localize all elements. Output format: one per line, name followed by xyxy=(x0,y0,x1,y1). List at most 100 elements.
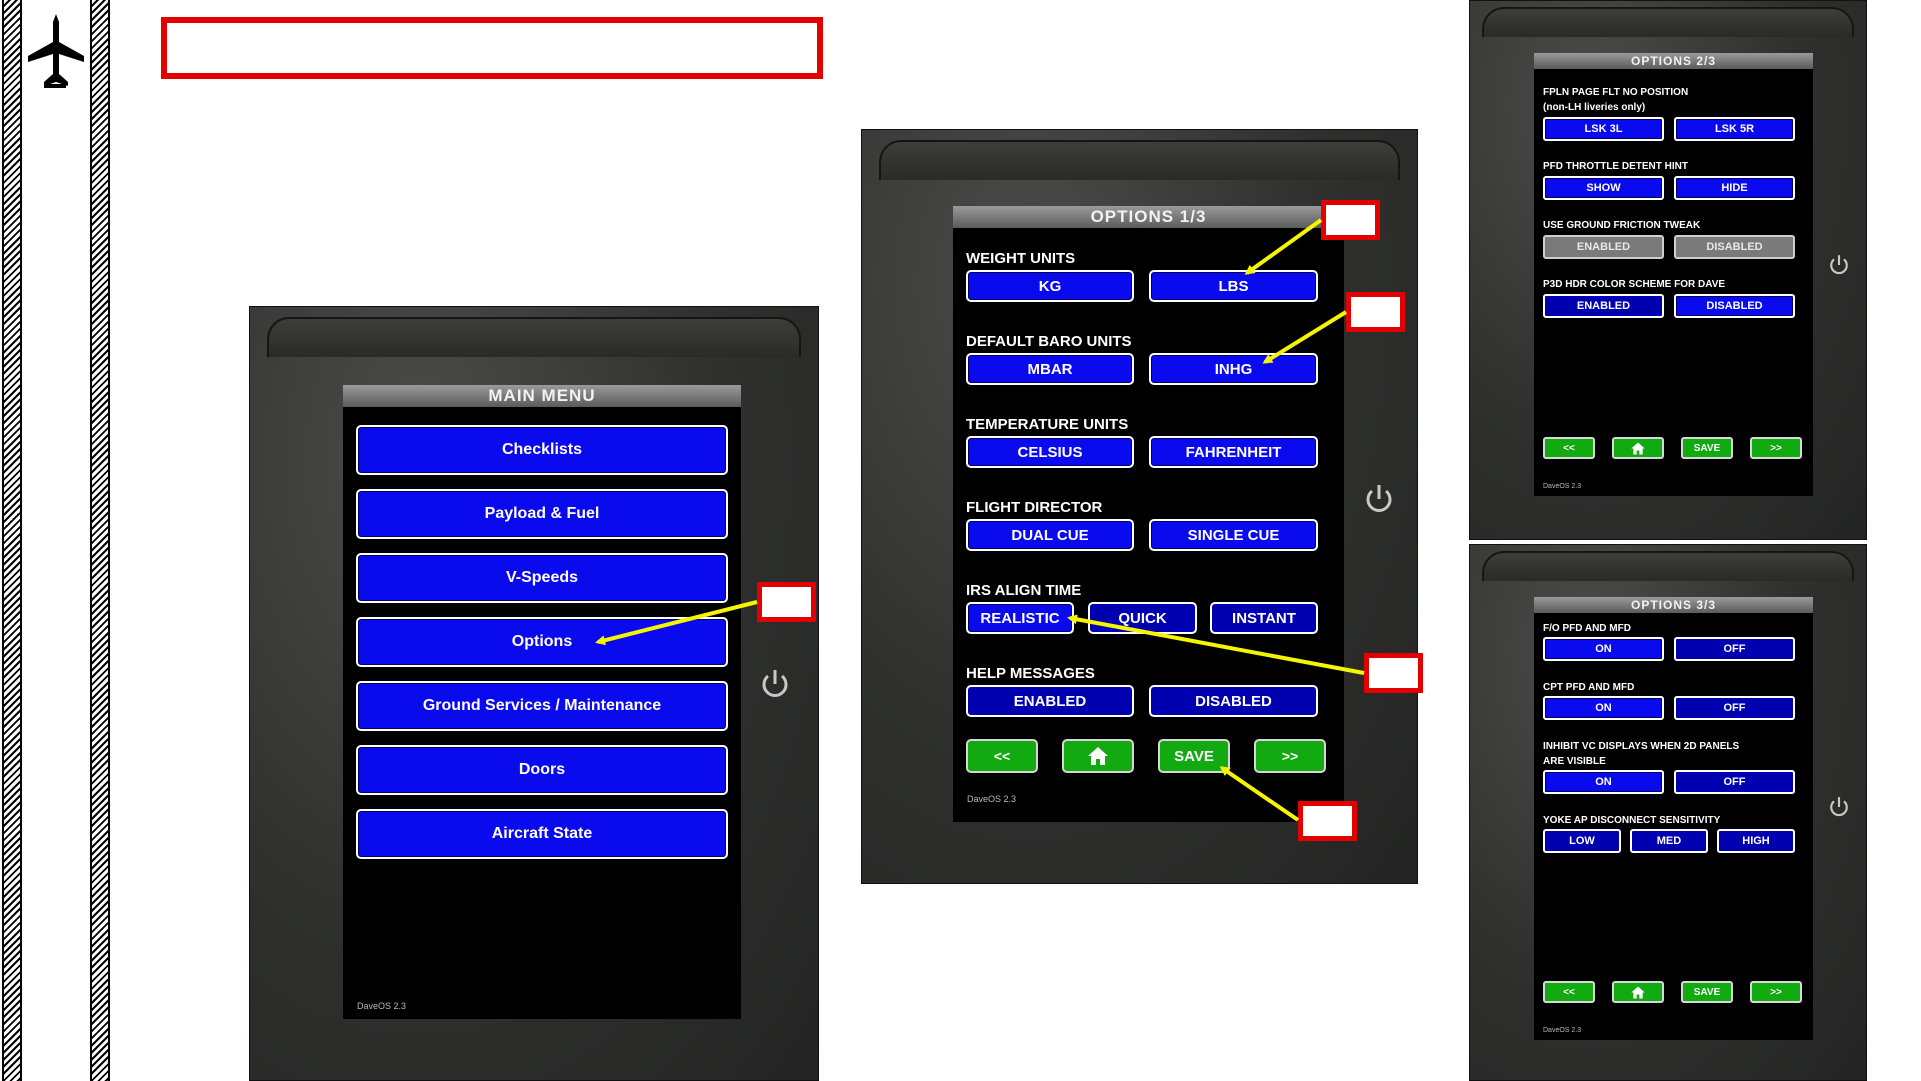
main-menu-screen: MAIN MENU Checklists Payload & Fuel V-Sp… xyxy=(343,385,741,1019)
home-button[interactable] xyxy=(1062,739,1134,773)
irs-align-time-label: IRS ALIGN TIME xyxy=(966,582,1082,599)
airplane-icon xyxy=(26,12,86,92)
power-icon[interactable] xyxy=(1364,482,1394,521)
menu-item-v-speeds[interactable]: V-Speeds xyxy=(356,553,728,603)
options2-tablet: OPTIONS 2/3 FPLN PAGE FLT NO POSITION (n… xyxy=(1469,0,1867,540)
fo-off-button[interactable]: OFF xyxy=(1674,637,1795,661)
home-button[interactable] xyxy=(1612,981,1664,1003)
callout-box-save xyxy=(1298,801,1357,841)
options1-screen: OPTIONS 1/3 WEIGHT UNITS KG LBS DEFAULT … xyxy=(953,206,1344,822)
callout-box-options xyxy=(757,582,816,622)
options2-title: OPTIONS 2/3 xyxy=(1534,53,1813,69)
mbar-button[interactable]: MBAR xyxy=(966,353,1134,385)
cpt-off-button[interactable]: OFF xyxy=(1674,696,1795,720)
baro-units-label: DEFAULT BARO UNITS xyxy=(966,333,1132,350)
realistic-button[interactable]: REALISTIC xyxy=(966,602,1074,634)
help-enabled-button[interactable]: ENABLED xyxy=(966,685,1134,717)
ground-friction-label: USE GROUND FRICTION TWEAK xyxy=(1543,220,1701,231)
instant-button[interactable]: INSTANT xyxy=(1210,602,1318,634)
cpt-on-button[interactable]: ON xyxy=(1543,696,1664,720)
weight-units-label: WEIGHT UNITS xyxy=(966,250,1076,267)
options1-tablet: OPTIONS 1/3 WEIGHT UNITS KG LBS DEFAULT … xyxy=(861,129,1418,884)
next-page-button[interactable]: >> xyxy=(1254,739,1326,773)
save-button[interactable]: SAVE xyxy=(1681,981,1733,1003)
sidebar-hatch-left xyxy=(2,0,22,1081)
home-icon xyxy=(1631,442,1645,454)
lsk-3l-button[interactable]: LSK 3L xyxy=(1543,117,1664,141)
power-icon[interactable] xyxy=(1828,795,1850,824)
menu-item-aircraft-state[interactable]: Aircraft State xyxy=(356,809,728,859)
callout-box-weight xyxy=(1321,200,1380,240)
tablet-frame-top xyxy=(878,140,1401,180)
tablet-frame-top xyxy=(1481,551,1855,581)
hide-button[interactable]: HIDE xyxy=(1674,176,1795,200)
home-icon xyxy=(1088,747,1108,765)
inhibit-on-button[interactable]: ON xyxy=(1543,770,1664,794)
pfd-throttle-label: PFD THROTTLE DETENT HINT xyxy=(1543,161,1688,172)
show-button[interactable]: SHOW xyxy=(1543,176,1664,200)
single-cue-button[interactable]: SINGLE CUE xyxy=(1149,519,1318,551)
tablet-frame-top xyxy=(1481,7,1855,37)
kg-button[interactable]: KG xyxy=(966,270,1134,302)
friction-disabled-button[interactable]: DISABLED xyxy=(1674,235,1795,259)
home-icon xyxy=(1631,986,1645,998)
fo-pfd-mfd-label: F/O PFD AND MFD xyxy=(1543,623,1631,634)
lbs-button[interactable]: LBS xyxy=(1149,270,1318,302)
flight-director-label: FLIGHT DIRECTOR xyxy=(966,499,1103,516)
dual-cue-button[interactable]: DUAL CUE xyxy=(966,519,1134,551)
fo-on-button[interactable]: ON xyxy=(1543,637,1664,661)
yoke-med-button[interactable]: MED xyxy=(1630,829,1708,853)
help-messages-label: HELP MESSAGES xyxy=(966,665,1095,682)
options3-title: OPTIONS 3/3 xyxy=(1534,597,1813,613)
menu-item-payload-fuel[interactable]: Payload & Fuel xyxy=(356,489,728,539)
sidebar-hatch-right xyxy=(90,0,110,1081)
next-page-button[interactable]: >> xyxy=(1750,437,1802,459)
hdr-disabled-button[interactable]: DISABLED xyxy=(1674,294,1795,318)
main-menu-tablet: MAIN MENU Checklists Payload & Fuel V-Sp… xyxy=(249,306,819,1081)
prev-page-button[interactable]: << xyxy=(1543,437,1595,459)
version-label: DaveOS 2.3 xyxy=(967,794,1017,804)
hdr-color-label: P3D HDR COLOR SCHEME FOR DAVE xyxy=(1543,279,1726,290)
quick-button[interactable]: QUICK xyxy=(1088,602,1197,634)
options1-title: OPTIONS 1/3 xyxy=(953,206,1344,228)
fpln-sublabel: (non-LH liveries only) xyxy=(1543,102,1646,113)
temperature-units-label: TEMPERATURE UNITS xyxy=(966,416,1129,433)
version-label: DaveOS 2.3 xyxy=(357,1001,407,1011)
yoke-ap-label: YOKE AP DISCONNECT SENSITIVITY xyxy=(1543,815,1721,826)
prev-page-button[interactable]: << xyxy=(966,739,1038,773)
inhg-button[interactable]: INHG xyxy=(1149,353,1318,385)
home-button[interactable] xyxy=(1612,437,1664,459)
menu-item-doors[interactable]: Doors xyxy=(356,745,728,795)
cpt-pfd-mfd-label: CPT PFD AND MFD xyxy=(1543,682,1635,693)
tablet-frame-top xyxy=(267,317,801,357)
callout-box-baro xyxy=(1346,292,1405,332)
yoke-low-button[interactable]: LOW xyxy=(1543,829,1621,853)
hdr-enabled-button[interactable]: ENABLED xyxy=(1543,294,1664,318)
help-disabled-button[interactable]: DISABLED xyxy=(1149,685,1318,717)
title-callout-box xyxy=(161,17,823,79)
version-label: DaveOS 2.3 xyxy=(1543,1027,1582,1034)
celsius-button[interactable]: CELSIUS xyxy=(966,436,1134,468)
fahrenheit-button[interactable]: FAHRENHEIT xyxy=(1149,436,1318,468)
power-icon[interactable] xyxy=(760,667,790,706)
menu-item-options[interactable]: Options xyxy=(356,617,728,667)
power-icon[interactable] xyxy=(1828,253,1850,282)
inhibit-vc-label: INHIBIT VC DISPLAYS WHEN 2D PANELS xyxy=(1543,741,1740,752)
next-page-button[interactable]: >> xyxy=(1750,981,1802,1003)
lsk-5r-button[interactable]: LSK 5R xyxy=(1674,117,1795,141)
inhibit-off-button[interactable]: OFF xyxy=(1674,770,1795,794)
menu-item-checklists[interactable]: Checklists xyxy=(356,425,728,475)
save-button[interactable]: SAVE xyxy=(1158,739,1230,773)
yoke-high-button[interactable]: HIGH xyxy=(1717,829,1795,853)
airplane-icon-base xyxy=(44,84,66,88)
fpln-label: FPLN PAGE FLT NO POSITION xyxy=(1543,87,1689,98)
prev-page-button[interactable]: << xyxy=(1543,981,1595,1003)
options3-tablet: OPTIONS 3/3 F/O PFD AND MFD ON OFF CPT P… xyxy=(1469,544,1867,1081)
options3-screen: OPTIONS 3/3 F/O PFD AND MFD ON OFF CPT P… xyxy=(1534,597,1813,1040)
friction-enabled-button[interactable]: ENABLED xyxy=(1543,235,1664,259)
inhibit-vc-label-line2: ARE VISIBLE xyxy=(1543,756,1606,767)
version-label: DaveOS 2.3 xyxy=(1543,483,1582,490)
menu-item-ground-services[interactable]: Ground Services / Maintenance xyxy=(356,681,728,731)
callout-box-irs xyxy=(1364,653,1423,693)
save-button[interactable]: SAVE xyxy=(1681,437,1733,459)
